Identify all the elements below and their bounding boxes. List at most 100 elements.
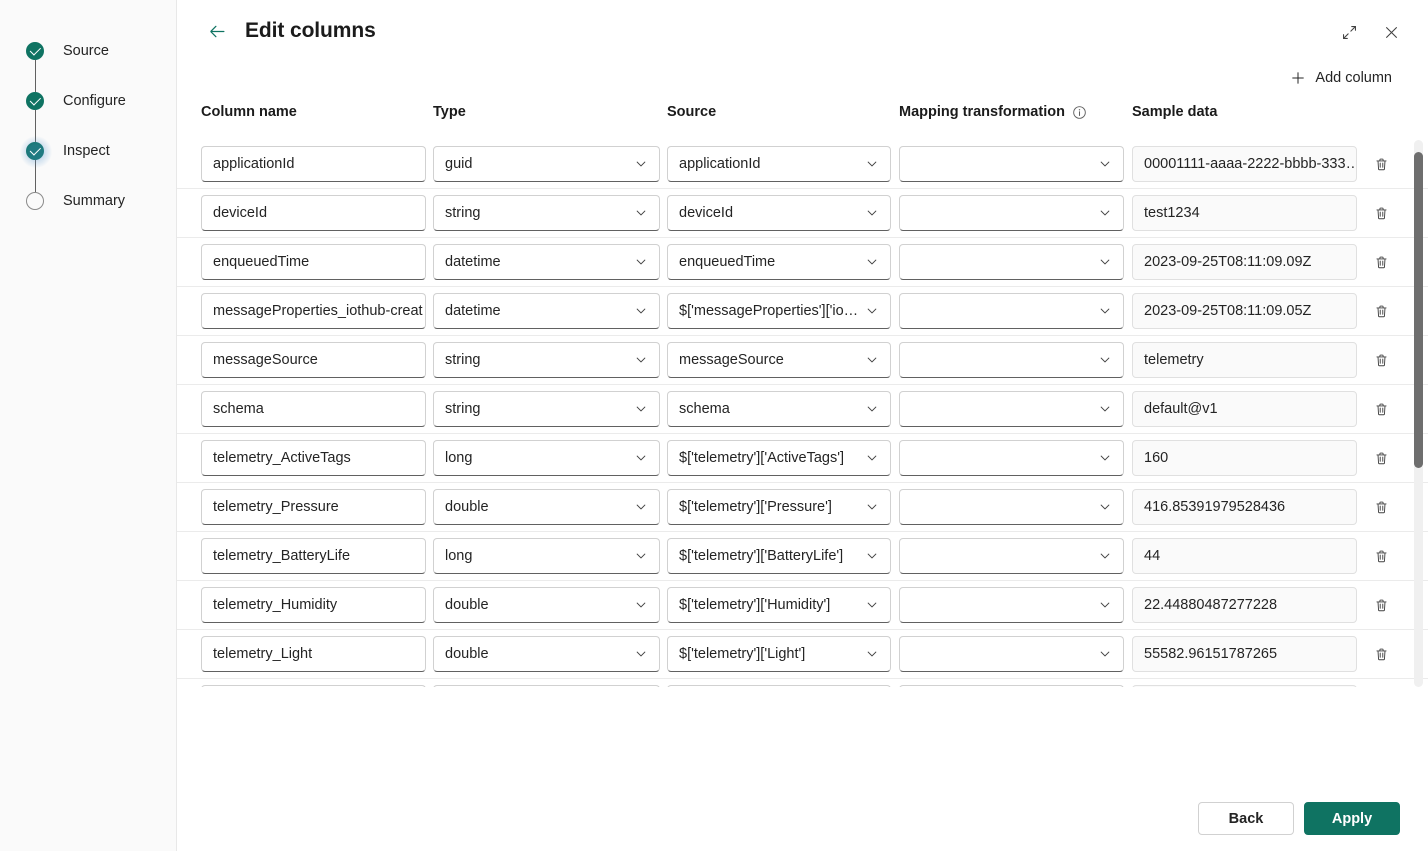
chevron-down-icon <box>865 353 879 367</box>
type-dropdown[interactable]: string <box>433 342 660 378</box>
column-name-input[interactable]: enqueuedTime <box>201 244 426 280</box>
sample-data-value: 2023-09-25T08:11:09.05Z <box>1132 293 1357 329</box>
column-name-cell: telemetry_ActiveTags <box>201 440 426 476</box>
source-dropdown[interactable]: $['telemetry']['Pressure'] <box>667 489 891 525</box>
source-dropdown[interactable]: deviceId <box>667 195 891 231</box>
type-dropdown[interactable]: long <box>433 440 660 476</box>
wizard-step-source[interactable]: Source <box>0 26 177 92</box>
wizard-step-configure[interactable]: Configure <box>0 76 177 142</box>
source-dropdown[interactable]: $['telemetry']['Light'] <box>667 636 891 672</box>
mapping-transformation-dropdown[interactable] <box>899 293 1124 329</box>
vertical-scrollbar-thumb[interactable] <box>1414 152 1423 468</box>
mapping-transformation-dropdown[interactable] <box>899 391 1124 427</box>
source-cell: $['messageProperties']['iothu <box>667 293 891 329</box>
mapping-transformation-dropdown[interactable] <box>899 195 1124 231</box>
delete-row-button[interactable] <box>1365 589 1397 621</box>
column-name-cell: applicationId <box>201 146 426 182</box>
mapping-transformation-dropdown[interactable] <box>899 587 1124 623</box>
mapping-transformation-dropdown[interactable] <box>899 244 1124 280</box>
type-cell: double <box>433 489 660 525</box>
header-mapping-transformation: Mapping transformation <box>899 104 1087 120</box>
type-dropdown[interactable]: guid <box>433 146 660 182</box>
column-name-input[interactable]: telemetry_Humidity <box>201 587 426 623</box>
sample-data-value: 44 <box>1132 538 1357 574</box>
column-name-input[interactable]: telemetry_BatteryLife <box>201 538 426 574</box>
step-circle-icon <box>26 192 44 210</box>
mapping-transformation-dropdown[interactable] <box>899 440 1124 476</box>
source-dropdown[interactable]: $['telemetry']['BatteryLife'] <box>667 538 891 574</box>
source-dropdown[interactable]: messageSource <box>667 342 891 378</box>
column-name-input[interactable]: telemetry_Light <box>201 636 426 672</box>
delete-row-button[interactable] <box>1365 393 1397 425</box>
mapping-transformation-dropdown[interactable] <box>899 489 1124 525</box>
wizard-sidebar: Source Configure Inspect Summary <box>0 0 177 851</box>
source-dropdown[interactable]: enqueuedTime <box>667 244 891 280</box>
chevron-down-icon <box>1098 598 1112 612</box>
type-dropdown[interactable]: string <box>433 391 660 427</box>
column-name-input[interactable]: applicationId <box>201 146 426 182</box>
sample-data-cell: 416.85391979528436 <box>1132 489 1357 525</box>
wizard-step-summary[interactable]: Summary <box>0 176 177 226</box>
source-dropdown[interactable]: $['telemetry']['ActiveTags'] <box>667 440 891 476</box>
source-cell: applicationId <box>667 146 891 182</box>
apply-button[interactable]: Apply <box>1304 802 1400 835</box>
close-icon[interactable] <box>1376 17 1406 47</box>
grid-scroll-container[interactable]: applicationId guid applicationId 00001111-a… <box>177 140 1428 687</box>
delete-row-button[interactable] <box>1365 246 1397 278</box>
mapping-transformation-cell <box>899 636 1124 672</box>
back-button[interactable]: Back <box>1198 802 1294 835</box>
wizard-step-label: Summary <box>63 192 126 209</box>
column-name-input[interactable]: messageProperties_iothub-creat <box>201 293 426 329</box>
type-cell: string <box>433 195 660 231</box>
delete-row-button[interactable] <box>1365 442 1397 474</box>
type-value: string <box>445 205 481 221</box>
source-dropdown[interactable]: $['telemetry']['Humidity'] <box>667 587 891 623</box>
type-dropdown[interactable]: datetime <box>433 293 660 329</box>
wizard-step-inspect[interactable]: Inspect <box>0 126 177 192</box>
delete-row-button[interactable] <box>1365 295 1397 327</box>
mapping-transformation-dropdown[interactable] <box>899 538 1124 574</box>
source-dropdown[interactable]: schema <box>667 391 891 427</box>
type-dropdown[interactable]: long <box>433 538 660 574</box>
sample-data-cell: 2023-09-25T08:11:09.09Z <box>1132 244 1357 280</box>
expand-diagonal-icon[interactable] <box>1334 17 1364 47</box>
sample-data-value: 2023-09-25T08:11:09.09Z <box>1132 244 1357 280</box>
vertical-scrollbar-track[interactable] <box>1414 140 1423 687</box>
type-dropdown[interactable]: double <box>433 489 660 525</box>
info-icon[interactable] <box>1072 105 1087 120</box>
trash-icon <box>1373 646 1390 663</box>
trash-icon <box>1373 499 1390 516</box>
back-arrow-icon[interactable] <box>205 19 229 43</box>
type-dropdown[interactable]: double <box>433 587 660 623</box>
delete-row-button[interactable] <box>1365 540 1397 572</box>
delete-row-button[interactable] <box>1365 197 1397 229</box>
column-name-input[interactable]: schema <box>201 391 426 427</box>
type-dropdown[interactable]: string <box>433 195 660 231</box>
table-row: messageProperties_iothub-creat datetime $[… <box>177 287 1428 336</box>
delete-row-button[interactable] <box>1365 344 1397 376</box>
mapping-transformation-dropdown[interactable] <box>899 342 1124 378</box>
mapping-transformation-dropdown[interactable] <box>899 146 1124 182</box>
column-name-input[interactable]: telemetry_Pressure <box>201 489 426 525</box>
chevron-down-icon <box>1098 402 1112 416</box>
type-value: long <box>445 450 473 466</box>
delete-row-button[interactable] <box>1365 148 1397 180</box>
source-value: deviceId <box>679 205 734 221</box>
column-name-input[interactable]: deviceId <box>201 195 426 231</box>
add-column-label: Add column <box>1315 70 1392 86</box>
delete-row-button[interactable] <box>1365 491 1397 523</box>
mapping-transformation-dropdown[interactable] <box>899 636 1124 672</box>
source-cell: $['telemetry']['Pressure'] <box>667 489 891 525</box>
type-value: long <box>445 548 473 564</box>
column-name-input[interactable]: messageSource <box>201 342 426 378</box>
type-dropdown[interactable]: datetime <box>433 244 660 280</box>
source-dropdown[interactable]: $['messageProperties']['iothu <box>667 293 891 329</box>
source-cell: $['telemetry']['Light'] <box>667 636 891 672</box>
delete-row-button[interactable] <box>1365 638 1397 670</box>
column-name-input[interactable]: telemetry_ActiveTags <box>201 440 426 476</box>
add-column-button[interactable]: Add column <box>1282 62 1400 94</box>
type-dropdown[interactable]: double <box>433 636 660 672</box>
source-dropdown[interactable]: applicationId <box>667 146 891 182</box>
sample-data-value: default@v1 <box>1132 391 1357 427</box>
chevron-down-icon <box>1098 157 1112 171</box>
